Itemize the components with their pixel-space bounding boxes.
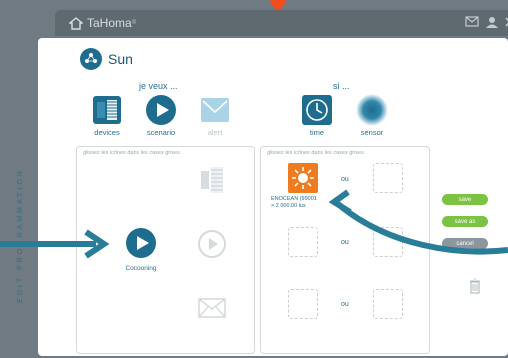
mail-slot-icon[interactable]	[195, 293, 229, 323]
dialog-title: Sun	[108, 51, 133, 67]
left-arrow-icon	[0, 229, 110, 259]
devices-icon	[91, 94, 123, 126]
dialog-header: Sun	[80, 48, 133, 70]
app-brand: TaHoma	[87, 16, 132, 30]
user-icon[interactable]	[485, 16, 499, 28]
scenario-item[interactable]: Cocooning	[121, 227, 161, 273]
registered-mark: ®	[131, 20, 137, 26]
tool-alert[interactable]: alert	[191, 94, 239, 137]
right-arrow-icon	[328, 189, 508, 255]
tool-label: scenario	[146, 128, 176, 137]
scenario-item-label: Cocooning	[125, 265, 157, 272]
tool-label: alert	[207, 128, 223, 137]
tool-label: sensor	[360, 128, 384, 137]
sensor-name: ENOCEAN (99001	[271, 196, 317, 202]
trash-icon[interactable]	[470, 278, 480, 294]
empty-slot[interactable]	[288, 227, 318, 257]
home-icon[interactable]	[69, 16, 83, 30]
want-label: je veux ...	[139, 81, 178, 91]
app-header: TaHoma ®	[55, 10, 508, 36]
sun-sensor-item[interactable]	[288, 163, 318, 193]
clock-icon	[301, 94, 333, 126]
play-icon	[126, 228, 156, 258]
header-actions	[465, 16, 508, 28]
scenario-dot-icon	[80, 48, 102, 70]
tool-devices[interactable]: devices	[83, 94, 131, 137]
sensor-icon	[356, 94, 388, 126]
tool-time[interactable]: time	[293, 94, 341, 137]
mail-icon	[199, 94, 231, 126]
play-slot-icon[interactable]	[197, 229, 227, 259]
sun-icon	[292, 167, 314, 189]
or-label: ou	[341, 301, 349, 308]
sensor-value: > 2 000.00 lux	[271, 203, 306, 209]
tool-label: devices	[94, 128, 120, 137]
devices-slot-icon[interactable]	[195, 165, 229, 195]
if-label: si ...	[333, 81, 350, 91]
mail-icon[interactable]	[465, 16, 479, 28]
empty-slot[interactable]	[373, 289, 403, 319]
empty-slot[interactable]	[288, 289, 318, 319]
tool-sensor[interactable]: sensor	[348, 94, 396, 137]
tool-scenario[interactable]: scenario	[137, 94, 185, 137]
zone-hint: glissez les icônes dans les cases grises	[267, 150, 364, 156]
sensor-caption: ENOCEAN (99001 > 2 000.00 lux	[271, 196, 317, 210]
zone-hint: glissez les icônes dans les cases grises	[83, 150, 180, 156]
play-icon	[145, 94, 177, 126]
or-label: ou	[341, 176, 349, 183]
tool-label: time	[309, 128, 325, 137]
